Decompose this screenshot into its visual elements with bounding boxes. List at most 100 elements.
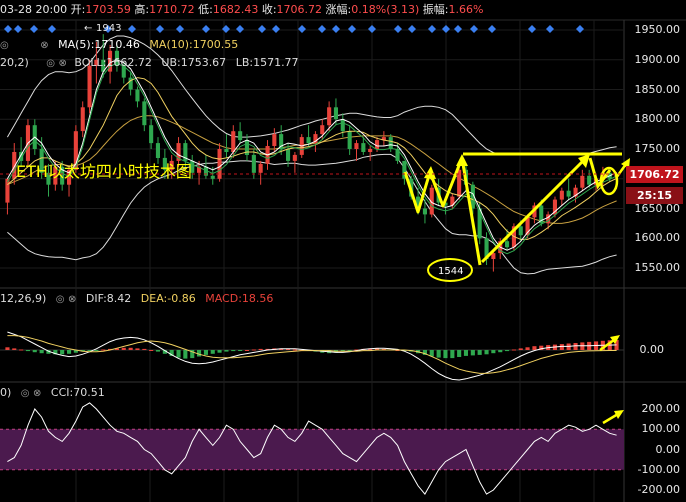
candle-body — [286, 149, 291, 161]
candle-body — [354, 143, 359, 149]
cci-tick-label: -100.00 — [637, 462, 680, 476]
candle-body — [210, 175, 215, 179]
chart-title: ETH以太坊四小时技术图 — [16, 162, 192, 181]
macd-bar — [60, 350, 65, 355]
dif-legend: DIF:8.42 — [85, 292, 132, 305]
candle-body — [231, 131, 236, 152]
macd-bar — [559, 344, 564, 350]
macd-bar — [176, 350, 181, 358]
candle-body — [375, 140, 380, 149]
macd-bar — [450, 350, 455, 359]
candle-body — [327, 107, 332, 126]
macd-bar — [128, 347, 133, 350]
macd-bar — [224, 350, 229, 352]
candle-body — [149, 125, 154, 144]
macd-bar — [94, 350, 99, 351]
macd-bar — [142, 348, 147, 350]
candle-body — [306, 137, 311, 144]
candle-body — [347, 131, 352, 149]
boll-mid-legend: BOLL:1662.72 — [74, 56, 152, 69]
macd-bar — [238, 350, 243, 351]
amp-label: 振幅: — [422, 3, 449, 16]
macd-bar — [498, 350, 503, 353]
open-label: 开: — [70, 3, 86, 16]
candle-body — [292, 154, 297, 161]
close-value: 1706.72 — [276, 3, 323, 16]
high-label: 高: — [134, 3, 150, 16]
candle-body — [80, 107, 85, 132]
candle-body — [251, 154, 256, 173]
cci-tick-label: -200.00 — [637, 483, 680, 496]
macd-bar — [292, 349, 297, 351]
price-tick-label: 1600.00 — [634, 231, 681, 245]
macd-value-legend: MACD:18.56 — [205, 292, 274, 305]
candle-body — [128, 77, 133, 90]
macd-bar — [525, 347, 530, 350]
chart-stage: 1544 ← 1943 — [0, 0, 686, 502]
candle-body — [224, 149, 229, 152]
macd-bar — [135, 348, 140, 350]
settings-icon[interactable]: ◎ — [56, 294, 65, 305]
close-icon[interactable]: ⊗ — [68, 294, 76, 305]
cci-tick-label: 200.00 — [641, 402, 681, 415]
macd-bar — [573, 343, 578, 350]
macd-bar — [32, 350, 37, 353]
macd-params: 12,26,9) — [0, 292, 47, 305]
macd-bar — [203, 350, 208, 355]
close-label: 收: — [261, 3, 277, 16]
macd-bar — [25, 350, 30, 352]
macd-bar — [518, 348, 523, 350]
macd-bar — [67, 350, 72, 354]
amp-value: 1.66% — [448, 3, 484, 16]
candle-body — [340, 119, 345, 132]
macd-bar — [217, 350, 222, 353]
current-price-tag: 1706.72 — [626, 166, 683, 183]
boll-lb-legend: LB:1571.77 — [235, 56, 299, 69]
macd-bar — [231, 350, 236, 352]
macd-bar — [470, 350, 475, 356]
cci-value-legend: CCI:70.51 — [50, 386, 105, 399]
cci-tick-label: 0.00 — [655, 442, 681, 456]
macd-bar — [457, 350, 462, 357]
macd-bar — [463, 350, 468, 356]
macd-axis-zero: 0.00 — [639, 343, 665, 356]
candle-body — [155, 143, 160, 158]
candle-body — [238, 131, 243, 141]
countdown-tag: 25:15 — [626, 187, 683, 204]
price-tick-label: 1750.00 — [634, 142, 681, 155]
candle-body — [135, 89, 140, 102]
candle-body — [333, 107, 338, 120]
candle-body — [422, 208, 427, 215]
boll-ub-legend: UB:1753.67 — [161, 56, 227, 69]
macd-bar — [505, 350, 510, 352]
settings-icon[interactable]: ◎ — [46, 58, 55, 69]
close-icon[interactable]: ⊗ — [40, 40, 48, 51]
price-tick-label: 1800.00 — [634, 112, 681, 126]
boll-params: 20,2) — [0, 56, 29, 69]
close-icon[interactable]: ⊗ — [33, 388, 41, 399]
candle-body — [505, 241, 510, 248]
macd-bar — [491, 350, 496, 354]
candle-body — [142, 101, 147, 126]
price-tick-label: 1550.00 — [634, 261, 681, 274]
macd-bar — [443, 350, 448, 359]
cci-tick-label: 100.00 — [641, 422, 681, 436]
low-value: 1682.43 — [212, 3, 259, 16]
macd-bar — [258, 348, 263, 350]
ma-legend: ◎ ⊗ MA(5):1710.46 MA(10):1700.55 — [0, 38, 238, 51]
macd-bar — [19, 349, 24, 351]
header-date: 03-28 20:00 — [0, 3, 68, 16]
macd-bar — [511, 349, 516, 351]
macd-bar — [5, 347, 10, 350]
candle-body — [5, 178, 10, 203]
peak-arrow: ← — [84, 23, 92, 34]
settings-icon[interactable]: ◎ — [0, 40, 9, 51]
candle-body — [580, 175, 585, 188]
settings-icon[interactable]: ◎ — [21, 388, 30, 399]
macd-bar — [484, 350, 489, 355]
close-icon[interactable]: ⊗ — [59, 58, 67, 69]
candle-body — [320, 125, 325, 135]
cci-legend: 0) ◎ ⊗ CCI:70.51 — [0, 386, 105, 399]
ma10-legend: MA(10):1700.55 — [149, 38, 239, 51]
price-tick-label: 1900.00 — [634, 52, 681, 66]
